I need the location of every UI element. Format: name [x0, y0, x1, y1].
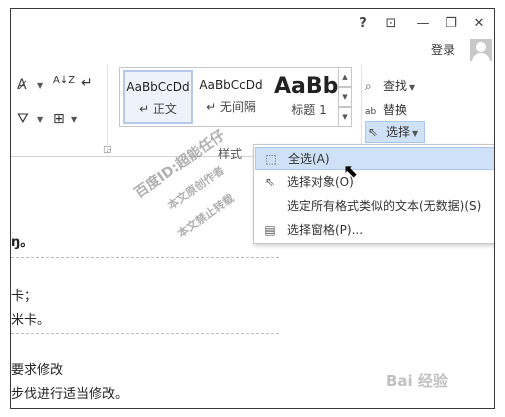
document-line: 卡；	[11, 289, 38, 304]
ribbon-display-options-button[interactable]: ⊡	[380, 15, 402, 33]
replace-button[interactable]: ab 替换	[365, 101, 407, 121]
select-label: 选择	[386, 125, 411, 139]
select-all-icon: ⬚	[265, 152, 277, 166]
style-name: 标题 1	[291, 103, 327, 117]
close-button[interactable]: ✕	[468, 15, 490, 33]
chevron-down-icon: ▼	[412, 129, 419, 138]
brand-watermark: Bai 经验	[386, 372, 448, 390]
help-button[interactable]: ?	[352, 15, 374, 33]
menu-item-select-objects[interactable]: ⇖ 选择对象(O)	[255, 171, 494, 194]
find-button[interactable]: ⌕ 查找 ▼	[365, 77, 415, 97]
clear-formatting-icon[interactable]: A̷	[17, 77, 27, 93]
menu-item-selection-pane[interactable]: ▤ 选择窗格(P)...	[255, 219, 494, 242]
pointer-icon: ⇖	[368, 125, 379, 139]
menu-item-select-similar-formatting[interactable]: 选定所有格式类似的文本(无数据)(S)	[255, 195, 494, 218]
chevron-down-icon: ▼	[409, 83, 416, 92]
word-window: ? ⊡ — ❐ ✕ 登录 A̷ ▼ A↓Z ↵ ⛛ ▼ ⊞ ▼ ◲ AaBbCc…	[10, 8, 495, 409]
dashed-divider	[11, 333, 279, 334]
style-sample: AaBb	[274, 74, 339, 99]
document-line: 要求修改	[11, 363, 64, 378]
gallery-scroll-down-icon[interactable]: ▼	[338, 87, 352, 107]
find-label: 查找	[383, 79, 408, 93]
replace-label: 替换	[383, 103, 408, 117]
chevron-down-icon[interactable]: ▼	[37, 115, 43, 124]
select-dropdown-menu: ⬚ 全选(A) ⇖ 选择对象(O) 选定所有格式类似的文本(无数据)(S) ▤ …	[253, 144, 494, 244]
menu-item-select-all[interactable]: ⬚ 全选(A)	[255, 147, 494, 170]
sign-in-link[interactable]: 登录	[431, 41, 455, 58]
user-avatar-icon[interactable]	[470, 39, 492, 61]
style-no-spacing[interactable]: AaBbCcDd ↵ 无间隔	[196, 70, 266, 124]
styles-gallery: AaBbCcDd ↵ 正文 AaBbCcDd ↵ 无间隔 AaBb 标题 1	[119, 67, 352, 127]
avatar-body	[472, 53, 490, 61]
menu-item-label: 选定所有格式类似的文本(无数据)(S)	[287, 199, 482, 213]
selection-pane-icon: ▤	[264, 223, 276, 237]
borders-icon[interactable]: ⊞	[53, 111, 65, 127]
ribbon: A̷ ▼ A↓Z ↵ ⛛ ▼ ⊞ ▼ ◲ AaBbCcDd ↵ 正文 AaBbC…	[11, 61, 494, 161]
group-divider	[361, 65, 362, 151]
dashed-divider	[11, 257, 279, 258]
style-sample: AaBbCcDd	[126, 80, 190, 94]
style-heading-1[interactable]: AaBb 标题 1	[270, 70, 348, 124]
chevron-down-icon[interactable]: ▼	[71, 115, 77, 124]
gallery-scroll-up-icon[interactable]: ▲	[338, 67, 352, 87]
select-objects-icon: ⇖	[264, 175, 276, 189]
sort-icon[interactable]: A↓Z	[53, 75, 75, 86]
gallery-more-icon[interactable]: ▼	[338, 107, 352, 127]
show-paragraph-marks-icon[interactable]: ↵	[81, 75, 93, 91]
mouse-cursor-icon: ⬉	[343, 161, 359, 182]
document-line: 米卡。	[11, 313, 51, 328]
chevron-down-icon[interactable]: ▼	[37, 81, 43, 90]
menu-item-label: 选择窗格(P)...	[287, 223, 364, 237]
menu-item-label: 全选(A)	[288, 152, 330, 166]
group-divider	[107, 65, 108, 151]
style-name: ↵ 无间隔	[206, 100, 256, 114]
document-line: 步伐进行适当修改。	[11, 387, 129, 402]
style-name: ↵ 正文	[139, 102, 177, 116]
avatar-head	[476, 42, 486, 52]
style-sample: AaBbCcDd	[199, 78, 263, 92]
restore-button[interactable]: ❐	[440, 15, 462, 33]
select-button[interactable]: ⇖ 选择 ▼	[365, 121, 425, 143]
binoculars-icon: ⌕	[365, 79, 372, 93]
minimize-button[interactable]: —	[412, 15, 434, 33]
title-bar: ? ⊡ — ❐ ✕	[11, 9, 494, 39]
style-normal[interactable]: AaBbCcDd ↵ 正文	[123, 70, 193, 124]
shading-icon[interactable]: ⛛	[17, 111, 29, 127]
document-line: ŋ。	[11, 235, 34, 250]
replace-icon: ab	[365, 107, 377, 117]
